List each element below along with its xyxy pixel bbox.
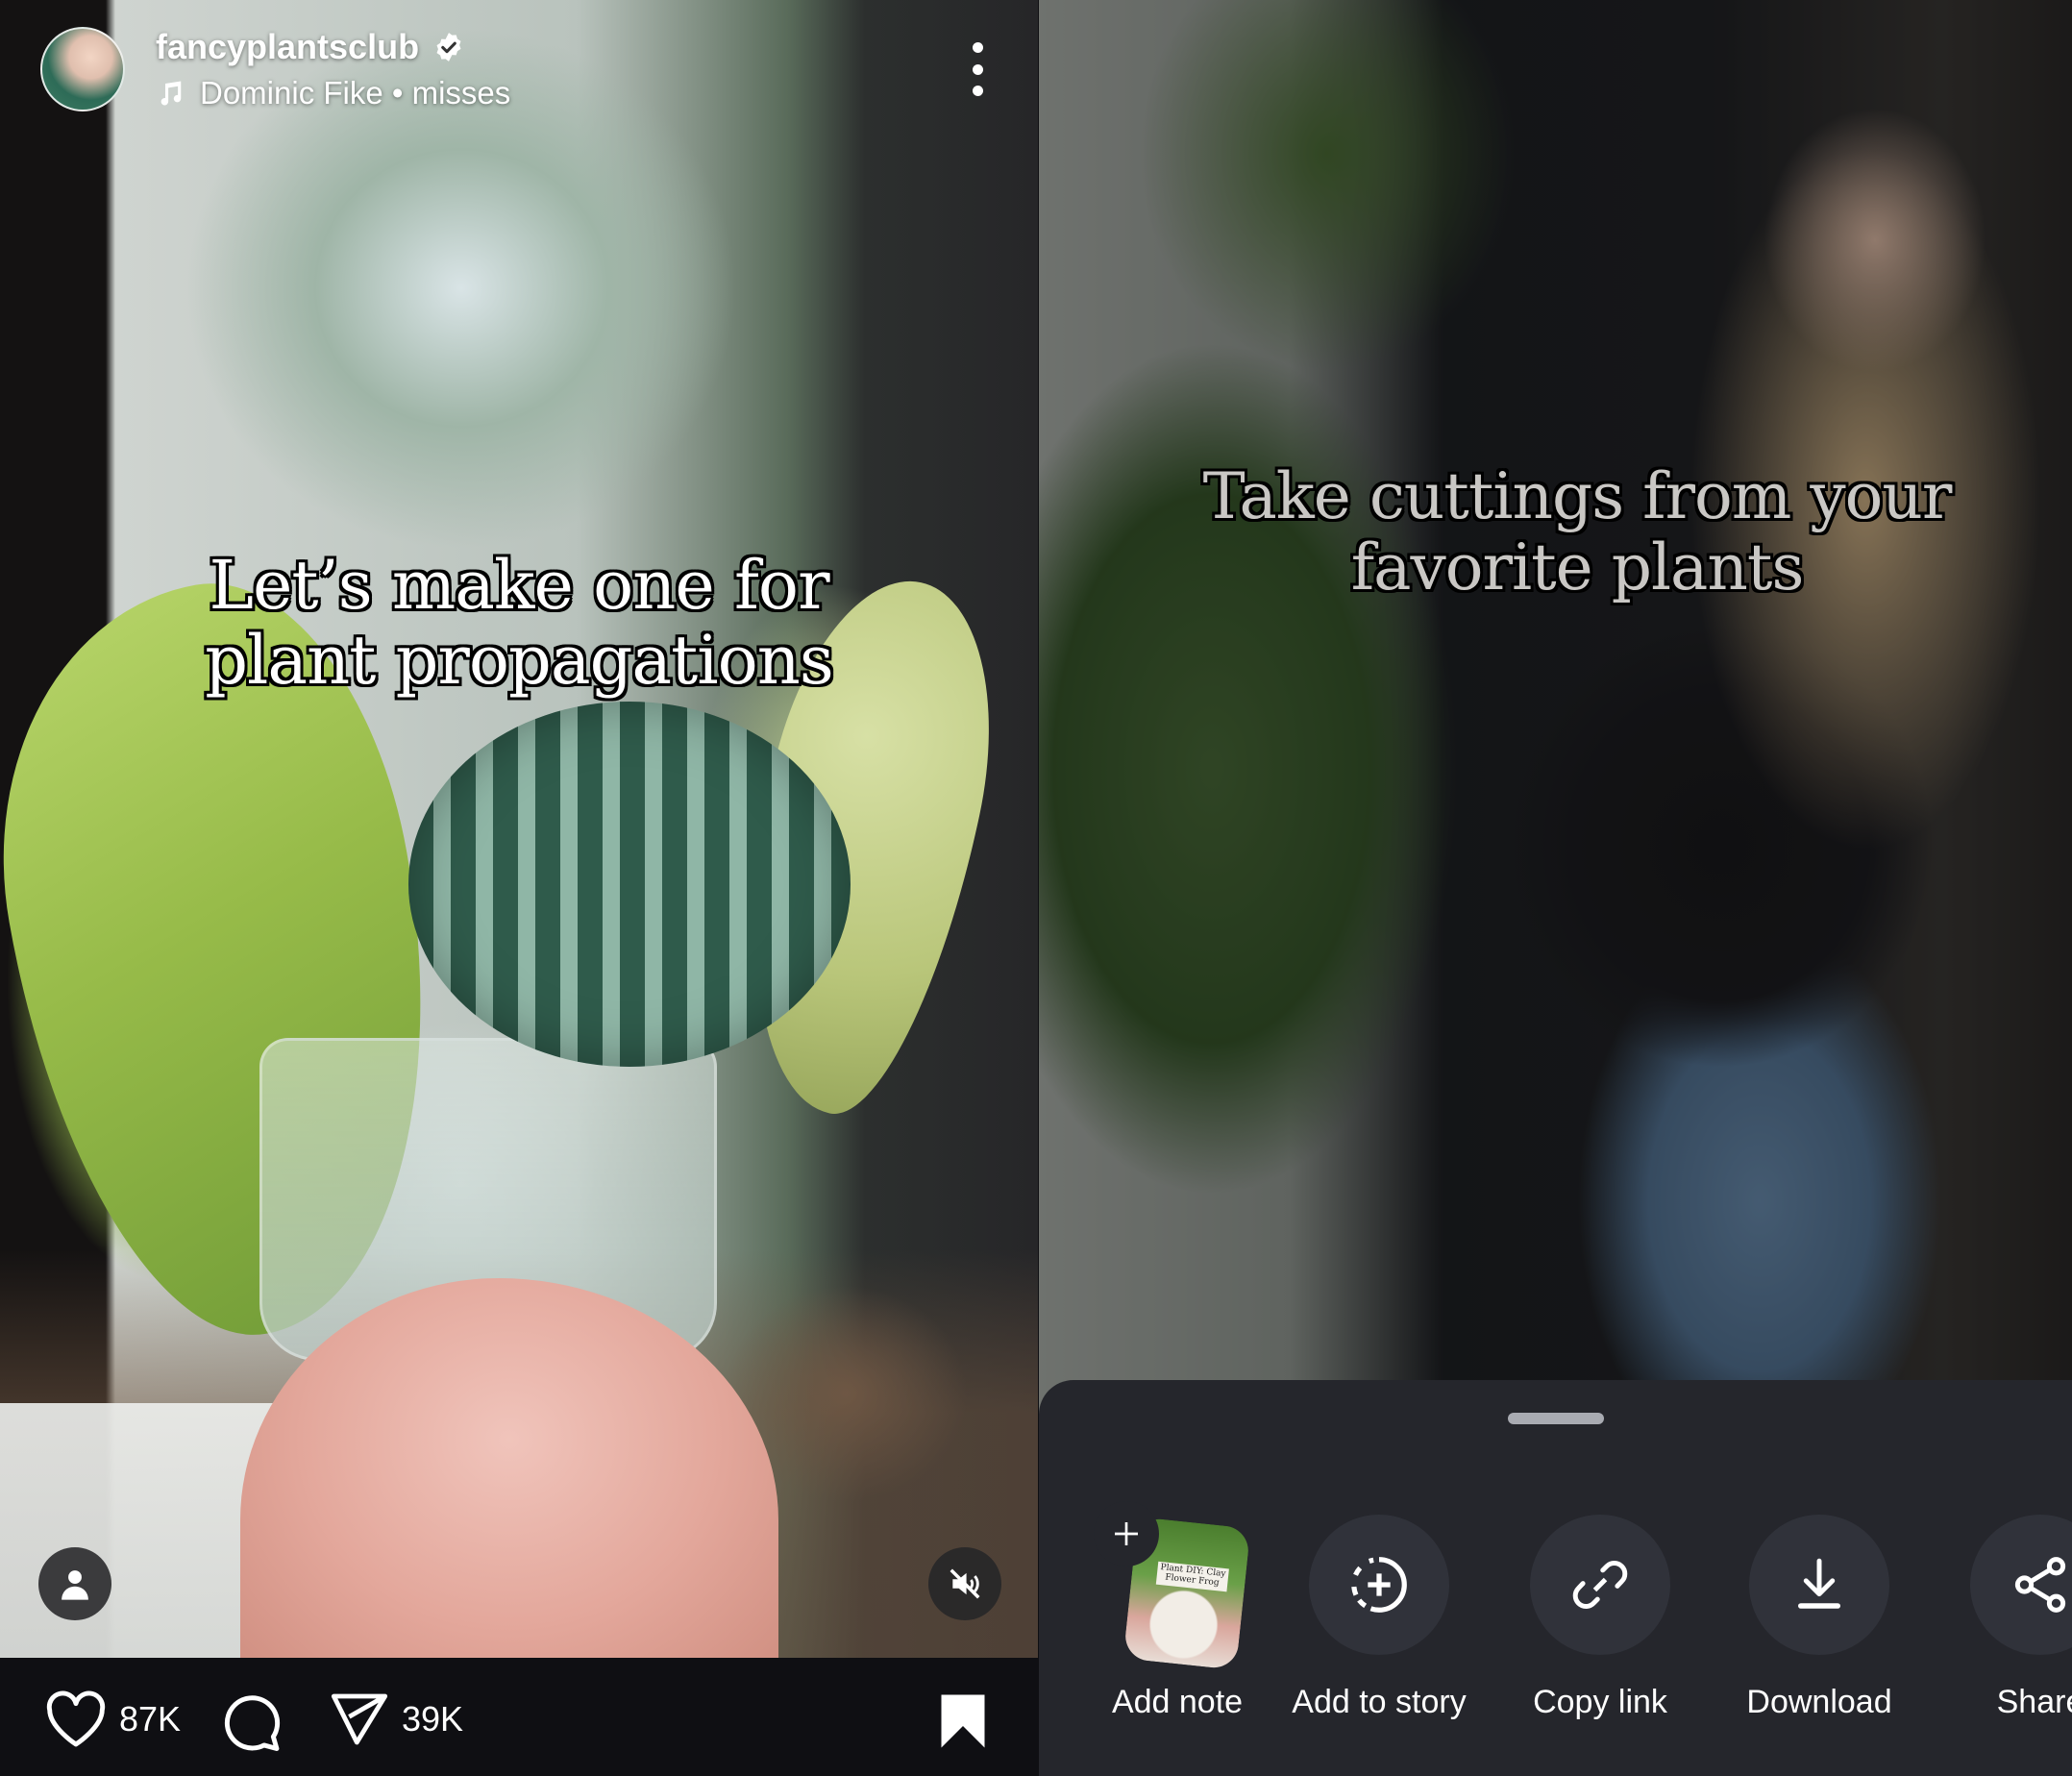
mute-button[interactable] — [928, 1547, 1001, 1620]
share-count: 39K — [402, 1699, 464, 1739]
caption-line-2: plant propagations — [205, 621, 834, 701]
username[interactable]: fancyplantsclub — [156, 27, 419, 67]
share-button[interactable]: 39K — [329, 1690, 463, 1748]
copy-link-button[interactable]: Copy link — [1504, 1515, 1696, 1721]
paper-plane-icon — [331, 1693, 388, 1745]
reel-action-bar: 87K 39K — [0, 1658, 1038, 1776]
reel-video-frame[interactable] — [0, 0, 1038, 1682]
reel-left[interactable]: fancyplantsclub Dominic Fike • misses Le… — [0, 0, 1038, 1776]
share-sheet: Plant DIY: Clay Flower Frog Add note Add… — [1039, 1380, 2072, 1776]
like-button[interactable]: 87K — [44, 1690, 181, 1748]
audio-track[interactable]: Dominic Fike • misses — [156, 75, 510, 111]
share-to-button[interactable]: Share — [1944, 1515, 2072, 1721]
more-vertical-icon — [972, 42, 983, 53]
add-note-label: Add note — [1111, 1684, 1244, 1720]
caption-line-2: favorite plants — [1350, 530, 1805, 604]
share-label: Share — [1996, 1684, 2072, 1720]
add-to-story-label: Add to story — [1292, 1684, 1467, 1720]
video-caption: Take cuttings from your favorite plants — [1097, 461, 2058, 604]
add-note-button[interactable]: Plant DIY: Clay Flower Frog Add note — [1081, 1501, 1273, 1721]
person-icon — [62, 1570, 88, 1600]
reel-right[interactable]: Take cuttings from your favorite plants … — [1039, 0, 2072, 1776]
sheet-drag-handle[interactable] — [1508, 1413, 1604, 1424]
download-label: Download — [1746, 1684, 1892, 1720]
video-caption: Let’s make one for plant propagations — [135, 548, 903, 699]
thumbnail-text: Plant DIY: Clay Flower Frog — [1155, 1561, 1229, 1592]
save-button[interactable] — [938, 1692, 988, 1750]
add-to-story-button[interactable]: Add to story — [1283, 1515, 1475, 1721]
like-count: 87K — [119, 1699, 182, 1739]
comment-button[interactable] — [219, 1690, 283, 1754]
download-button[interactable]: Download — [1723, 1515, 1915, 1721]
verified-badge-icon — [436, 33, 461, 62]
share-nodes-icon — [2014, 1557, 2066, 1613]
avatar[interactable] — [40, 27, 125, 111]
caption-line-1: Take cuttings from your — [1202, 459, 1953, 533]
bookmark-icon — [941, 1694, 985, 1748]
comment-bubble-icon — [224, 1695, 281, 1751]
tagged-people-button[interactable] — [38, 1547, 111, 1620]
download-icon — [1798, 1558, 1840, 1609]
link-icon — [1572, 1561, 1628, 1609]
more-options-button[interactable] — [963, 42, 992, 96]
speaker-muted-icon — [950, 1568, 980, 1599]
audio-label: Dominic Fike • misses — [200, 75, 511, 111]
watermelon-peperomia-leaf — [408, 702, 851, 1067]
caption-line-1: Let’s make one for — [209, 546, 829, 625]
copy-link-label: Copy link — [1533, 1684, 1667, 1720]
heart-icon — [46, 1690, 106, 1747]
add-to-story-icon — [1351, 1557, 1407, 1613]
plus-icon — [1094, 1501, 1159, 1566]
music-note-icon — [160, 81, 182, 106]
reel-header: fancyplantsclub Dominic Fike • misses — [40, 27, 510, 111]
